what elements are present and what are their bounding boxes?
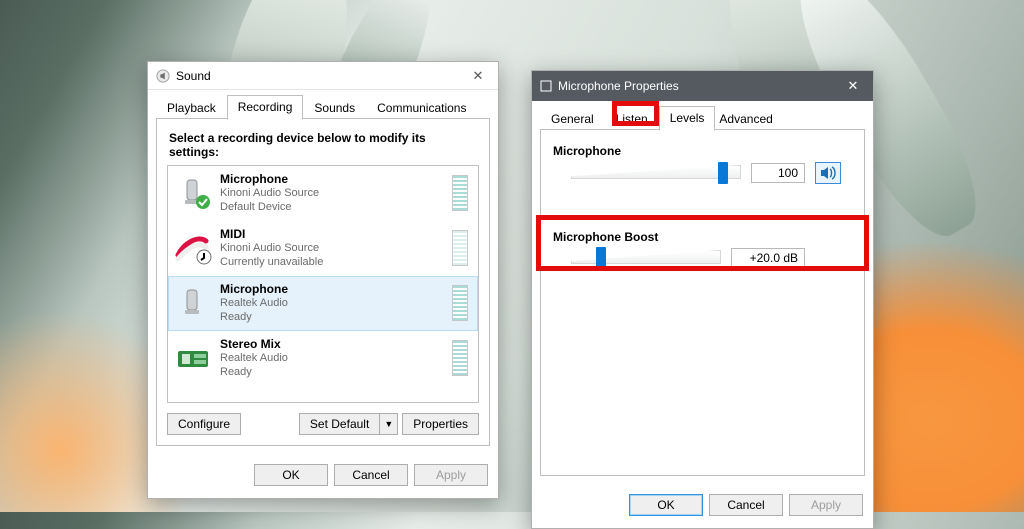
instruction-text: Select a recording device below to modif… — [169, 131, 479, 159]
dialog-title: Sound — [176, 69, 211, 83]
list-item[interactable]: Stereo Mix Realtek Audio Ready — [168, 331, 478, 386]
device-name: Microphone — [220, 172, 444, 186]
levels-tab-content: Microphone 100 Microphone Boost +20.0 dB — [540, 130, 865, 476]
mic-properties-dialog: Microphone Properties ✕ General Listen L… — [531, 70, 874, 529]
chevron-down-icon[interactable]: ▼ — [380, 413, 398, 435]
midi-icon — [174, 229, 212, 267]
dialog-title: Microphone Properties — [558, 79, 679, 93]
properties-button[interactable]: Properties — [402, 413, 479, 435]
tab-playback[interactable]: Playback — [156, 96, 227, 120]
cancel-button[interactable]: Cancel — [334, 464, 408, 486]
ok-button[interactable]: OK — [254, 464, 328, 486]
device-name: Stereo Mix — [220, 337, 444, 351]
tab-general[interactable]: General — [540, 107, 605, 131]
list-item[interactable]: Microphone Kinoni Audio Source Default D… — [168, 166, 478, 221]
level-meter — [452, 175, 468, 211]
microphone-boost-slider[interactable] — [571, 248, 721, 268]
list-item[interactable]: Microphone Realtek Audio Ready — [168, 276, 478, 331]
tab-levels[interactable]: Levels — [659, 106, 716, 131]
set-default-button[interactable]: Set Default ▼ — [299, 413, 398, 435]
window-icon — [540, 80, 552, 92]
microphone-section-label: Microphone — [553, 144, 852, 158]
device-source: Kinoni Audio Source — [220, 186, 444, 200]
tab-listen[interactable]: Listen — [605, 107, 659, 131]
mic-tabstrip: General Listen Levels Advanced — [540, 105, 865, 130]
tab-recording[interactable]: Recording — [227, 95, 304, 120]
microphone-level-value[interactable]: 100 — [751, 163, 805, 183]
microphone-boost-value[interactable]: +20.0 dB — [731, 248, 805, 268]
close-icon[interactable]: ✕ — [839, 78, 867, 94]
apply-button[interactable]: Apply — [414, 464, 488, 486]
tab-advanced[interactable]: Advanced — [712, 107, 783, 131]
mute-toggle-button[interactable] — [815, 162, 841, 184]
apply-button[interactable]: Apply — [789, 494, 863, 516]
tab-sounds[interactable]: Sounds — [303, 96, 366, 120]
device-name: Microphone — [220, 282, 444, 296]
sound-tab-content: Select a recording device below to modif… — [156, 119, 490, 446]
speaker-icon — [820, 166, 836, 180]
sound-dialog: Sound ✕ Playback Recording Sounds Commun… — [147, 61, 499, 499]
mic-titlebar[interactable]: Microphone Properties ✕ — [532, 71, 873, 101]
microphone-icon — [174, 284, 212, 322]
sound-titlebar[interactable]: Sound ✕ — [148, 62, 498, 90]
configure-button[interactable]: Configure — [167, 413, 241, 435]
level-meter — [452, 285, 468, 321]
sound-tabstrip: Playback Recording Sounds Communications — [156, 94, 490, 119]
device-name: MIDI — [220, 227, 444, 241]
list-item[interactable]: MIDI Kinoni Audio Source Currently unava… — [168, 221, 478, 276]
dialog-button-row: OK Cancel Apply — [148, 454, 498, 498]
device-source: Realtek Audio — [220, 351, 444, 365]
ok-button[interactable]: OK — [629, 494, 703, 516]
device-source: Realtek Audio — [220, 296, 444, 310]
cancel-button[interactable]: Cancel — [709, 494, 783, 516]
speaker-icon — [156, 69, 170, 83]
level-meter — [452, 340, 468, 376]
device-status: Ready — [220, 365, 444, 379]
close-icon[interactable]: ✕ — [464, 68, 492, 84]
device-status: Default Device — [220, 200, 444, 214]
recording-device-list[interactable]: Microphone Kinoni Audio Source Default D… — [167, 165, 479, 403]
device-source: Kinoni Audio Source — [220, 241, 444, 255]
device-status: Currently unavailable — [220, 255, 444, 269]
dialog-button-row: OK Cancel Apply — [532, 484, 873, 528]
mic-boost-section-label: Microphone Boost — [553, 230, 852, 244]
set-default-label[interactable]: Set Default — [299, 413, 380, 435]
tab-communications[interactable]: Communications — [366, 96, 477, 120]
microphone-icon — [174, 174, 212, 212]
soundcard-icon — [174, 339, 212, 377]
device-status: Ready — [220, 310, 444, 324]
level-meter — [452, 230, 468, 266]
microphone-level-slider[interactable] — [571, 163, 741, 183]
